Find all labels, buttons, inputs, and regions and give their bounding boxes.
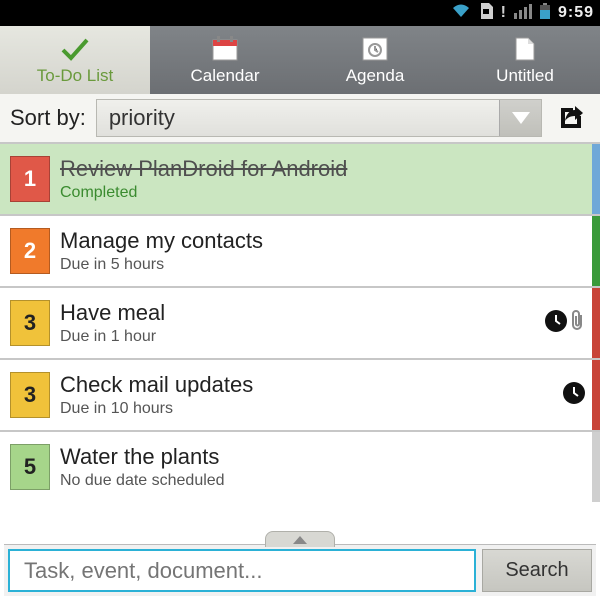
tab-label: To-Do List xyxy=(37,66,114,86)
sd-card-icon xyxy=(479,3,493,24)
task-subtitle: Completed xyxy=(60,184,588,202)
task-row[interactable]: 2 Manage my contacts Due in 5 hours xyxy=(0,214,600,286)
battery-icon xyxy=(540,3,550,24)
calendar-icon xyxy=(211,34,239,64)
priority-badge: 3 xyxy=(10,300,50,346)
bottom-search-bar: Search xyxy=(4,544,596,596)
share-icon[interactable] xyxy=(552,99,590,137)
task-row[interactable]: 3 Check mail updates Due in 10 hours xyxy=(0,358,600,430)
tab-label: Calendar xyxy=(191,66,260,86)
android-status-bar: ! 9:59 xyxy=(0,0,600,26)
priority-badge: 1 xyxy=(10,156,50,202)
category-stripe xyxy=(592,288,600,358)
tab-label: Untitled xyxy=(496,66,554,86)
task-body: Check mail updates Due in 10 hours xyxy=(60,360,562,430)
task-body: Review PlanDroid for Android Completed xyxy=(60,144,592,214)
priority-badge: 5 xyxy=(10,444,50,490)
priority-badge: 2 xyxy=(10,228,50,274)
tab-untitled[interactable]: Untitled xyxy=(450,26,600,94)
tab-agenda[interactable]: Agenda xyxy=(300,26,450,94)
category-stripe xyxy=(592,432,600,502)
top-tab-bar: To-Do List Calendar Agenda Untitled xyxy=(0,26,600,94)
pull-handle-icon[interactable] xyxy=(265,531,335,547)
task-title: Manage my contacts xyxy=(60,228,588,254)
priority-badge: 3 xyxy=(10,372,50,418)
reminder-icon xyxy=(544,309,568,338)
task-body: Water the plants No due date scheduled xyxy=(60,432,592,502)
task-body: Have meal Due in 1 hour xyxy=(60,288,544,358)
tab-label: Agenda xyxy=(346,66,405,86)
signal-icon xyxy=(514,3,532,24)
category-stripe xyxy=(592,216,600,286)
category-stripe xyxy=(592,360,600,430)
task-body: Manage my contacts Due in 5 hours xyxy=(60,216,592,286)
alert-icon: ! xyxy=(501,4,506,22)
task-subtitle: Due in 10 hours xyxy=(60,400,558,418)
task-row[interactable]: 5 Water the plants No due date scheduled xyxy=(0,430,600,502)
task-title: Have meal xyxy=(60,300,540,326)
search-button[interactable]: Search xyxy=(482,549,592,592)
reminder-icon xyxy=(562,381,586,410)
task-subtitle: No due date scheduled xyxy=(60,472,588,490)
task-title: Check mail updates xyxy=(60,372,558,398)
sort-dropdown[interactable]: priority xyxy=(96,99,542,137)
chevron-down-icon xyxy=(499,100,541,136)
task-title: Review PlanDroid for Android xyxy=(60,156,588,182)
document-icon xyxy=(514,34,536,64)
search-input[interactable] xyxy=(8,549,476,592)
task-subtitle: Due in 1 hour xyxy=(60,328,540,346)
task-list: 1 Review PlanDroid for Android Completed… xyxy=(0,142,600,502)
task-title: Water the plants xyxy=(60,444,588,470)
task-row[interactable]: 3 Have meal Due in 1 hour xyxy=(0,286,600,358)
task-row[interactable]: 1 Review PlanDroid for Android Completed xyxy=(0,142,600,214)
clock-text: 9:59 xyxy=(558,4,594,22)
check-icon xyxy=(60,34,90,64)
agenda-icon xyxy=(361,34,389,64)
tab-calendar[interactable]: Calendar xyxy=(150,26,300,94)
wifi-icon xyxy=(451,3,471,24)
paperclip-icon xyxy=(568,309,586,338)
tab-todo-list[interactable]: To-Do List xyxy=(0,26,150,94)
task-attachments xyxy=(562,360,592,430)
task-attachments xyxy=(544,288,592,358)
sort-by-label: Sort by: xyxy=(10,105,86,131)
category-stripe xyxy=(592,144,600,214)
task-subtitle: Due in 5 hours xyxy=(60,256,588,274)
sort-dropdown-value: priority xyxy=(109,105,175,131)
sort-row: Sort by: priority xyxy=(0,94,600,142)
